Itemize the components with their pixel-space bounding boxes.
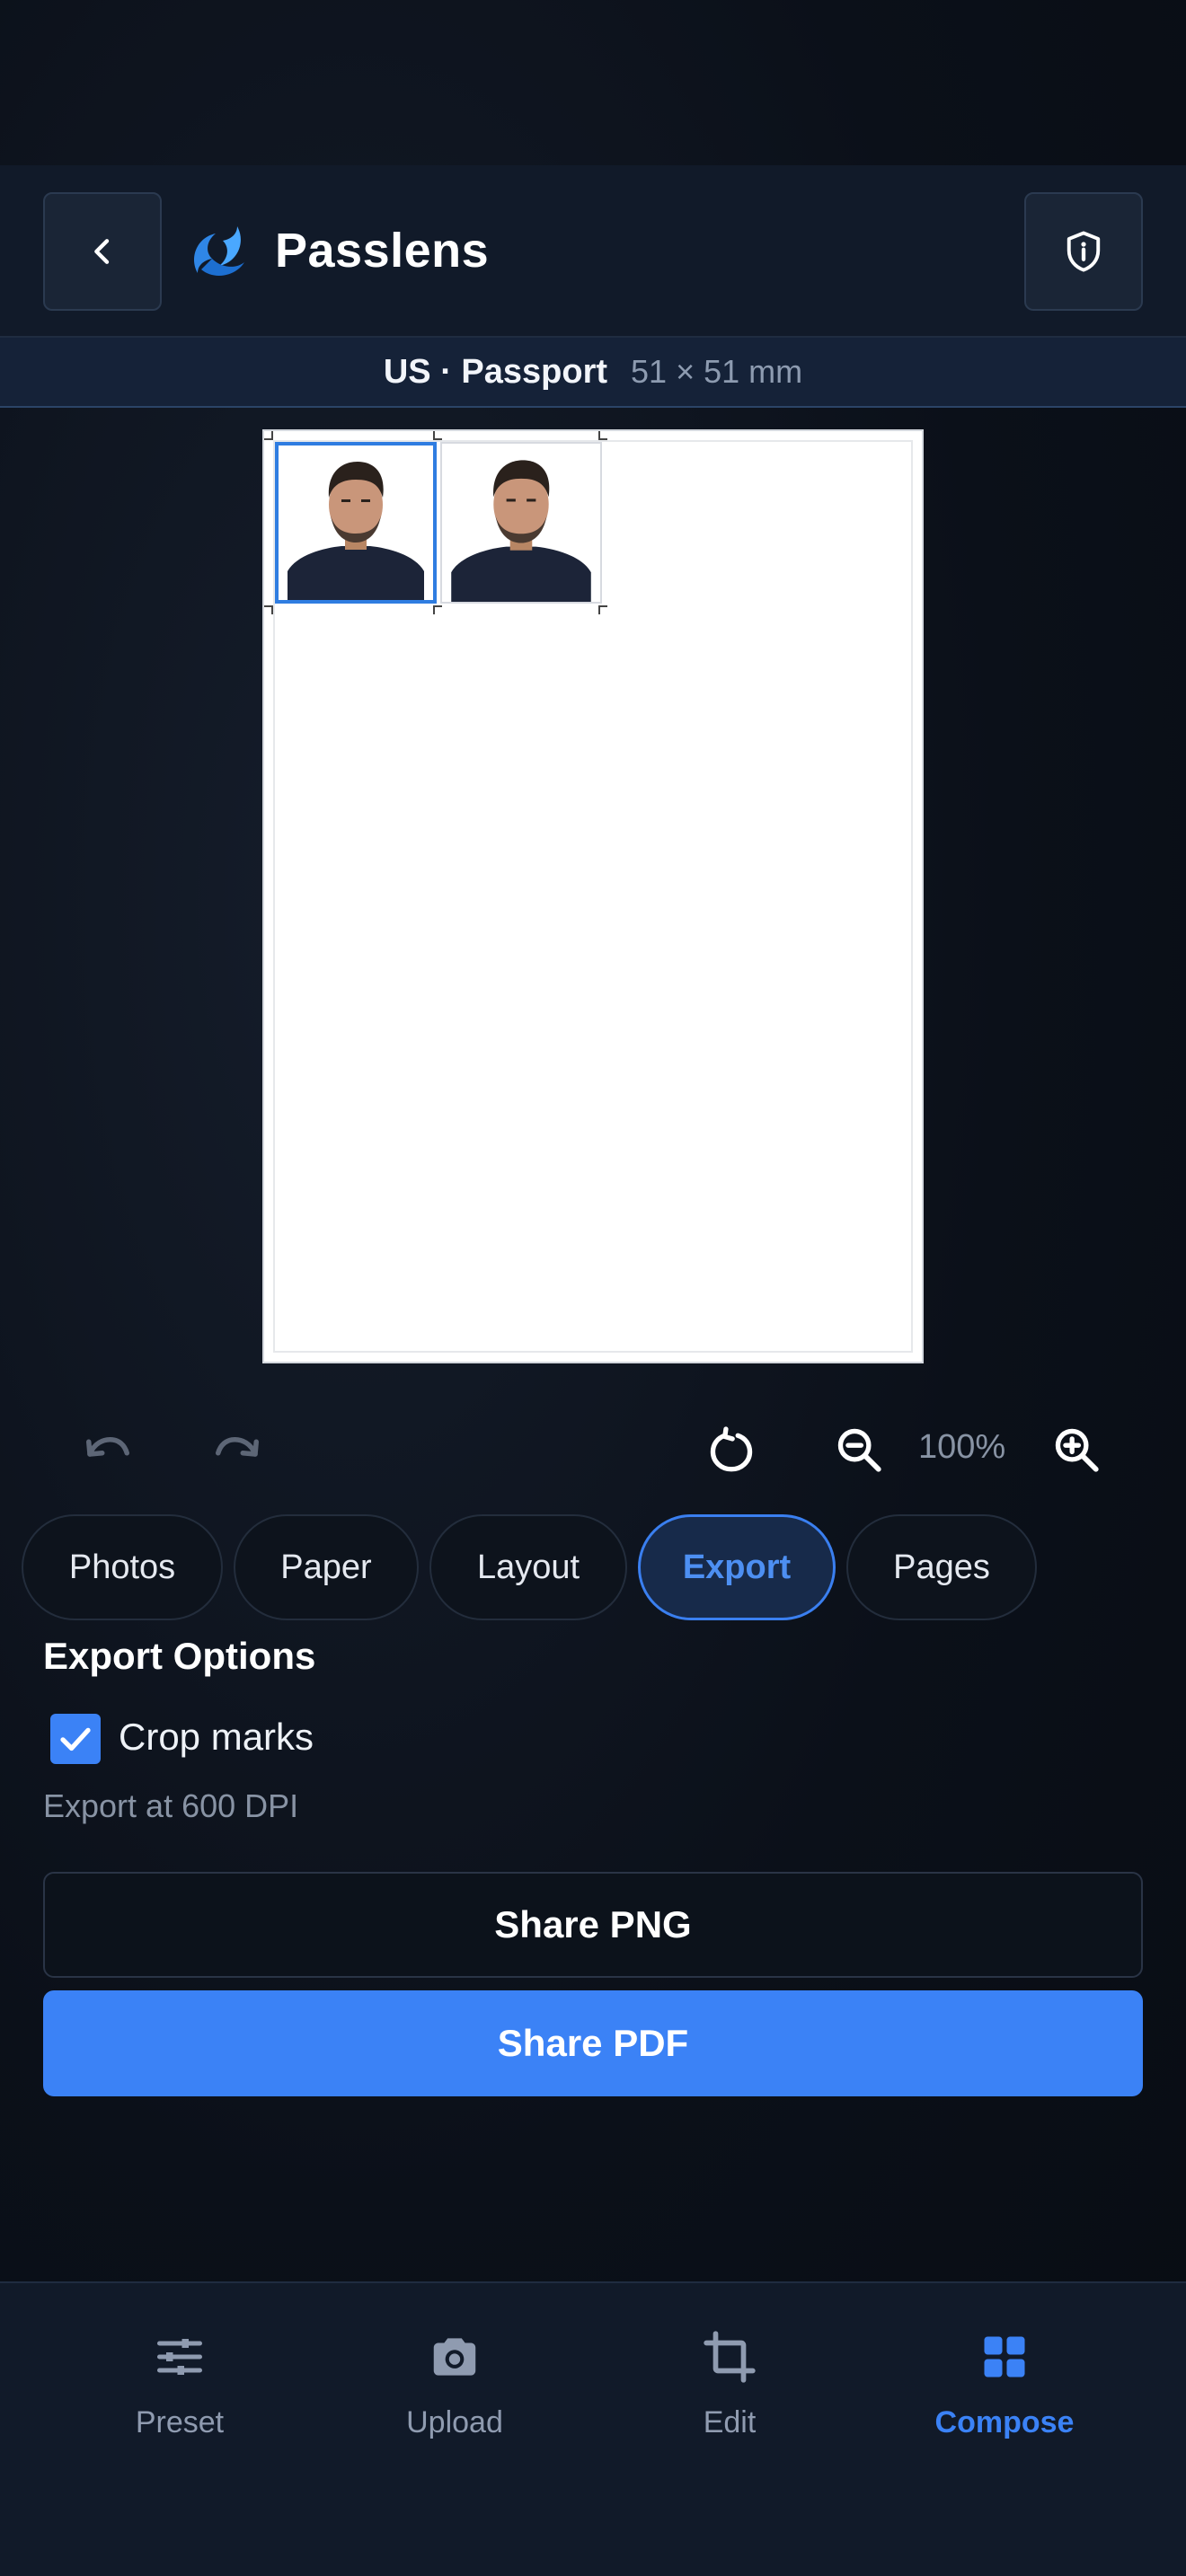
nav-label: Preset [135,2405,225,2439]
paper-preview[interactable] [262,429,924,1363]
tab-export[interactable]: Export [638,1514,836,1620]
crop-mark [433,605,442,614]
checkmark-icon [60,1727,91,1751]
app-logo-icon [194,226,244,276]
crop-marks-checkbox[interactable] [50,1714,101,1764]
nav-label: Compose [934,2405,1075,2439]
zoom-out-button[interactable] [827,1417,891,1482]
share-pdf-button[interactable]: Share PDF [43,1990,1143,2096]
export-options-title: Export Options [43,1635,316,1677]
portrait-image [442,444,600,602]
undo-button[interactable] [75,1417,140,1482]
nav-label: Edit [703,2405,757,2439]
sliders-icon [157,2339,202,2375]
chevron-left-icon [94,239,110,264]
rotate-icon [710,1426,753,1472]
redo-button[interactable] [205,1417,270,1482]
tab-layout[interactable]: Layout [429,1514,627,1620]
document-size: 51 × 51 mm [631,353,803,390]
zoom-out-icon [837,1428,881,1472]
rotate-button[interactable] [699,1417,764,1482]
tab-paper[interactable]: Paper [234,1514,419,1620]
bottom-navigation: Preset Upload Edit Compose [0,2281,1186,2576]
camera-icon [433,2338,476,2376]
crop-mark [598,431,607,440]
share-png-button[interactable]: Share PNG [43,1872,1143,1978]
nav-compose[interactable]: Compose [906,2328,1103,2440]
back-button[interactable] [43,192,162,311]
document-preset-bar[interactable]: US · Passport 51 × 51 mm [0,338,1186,408]
crop-mark [433,431,442,440]
nav-preset[interactable]: Preset [81,2328,279,2440]
nav-upload[interactable]: Upload [356,2328,553,2440]
app-title: Passlens [275,224,490,278]
redo-icon [216,1436,259,1457]
shield-info-icon [1067,231,1101,272]
undo-icon [86,1436,129,1457]
export-dpi-text: Export at 600 DPI [43,1787,299,1824]
photo-tile-selected[interactable] [275,442,437,604]
portrait-image [279,446,433,600]
zoom-in-button[interactable] [1044,1417,1109,1482]
privacy-info-button[interactable] [1024,192,1143,311]
zoom-level: 100% [918,1428,1006,1466]
crop-icon [704,2331,756,2383]
nav-label: Upload [406,2405,503,2439]
nav-edit[interactable]: Edit [631,2328,828,2440]
document-type: US · Passport [383,352,608,391]
grid-icon [984,2336,1025,2378]
crop-mark [264,605,273,614]
zoom-in-icon [1055,1428,1099,1472]
crop-marks-label[interactable]: Crop marks [119,1716,314,1759]
crop-mark [598,605,607,614]
tab-pages[interactable]: Pages [846,1514,1037,1620]
tab-photos[interactable]: Photos [22,1514,223,1620]
photo-tile[interactable] [440,442,602,604]
app-header: Passlens [0,165,1186,338]
crop-mark [264,431,273,440]
